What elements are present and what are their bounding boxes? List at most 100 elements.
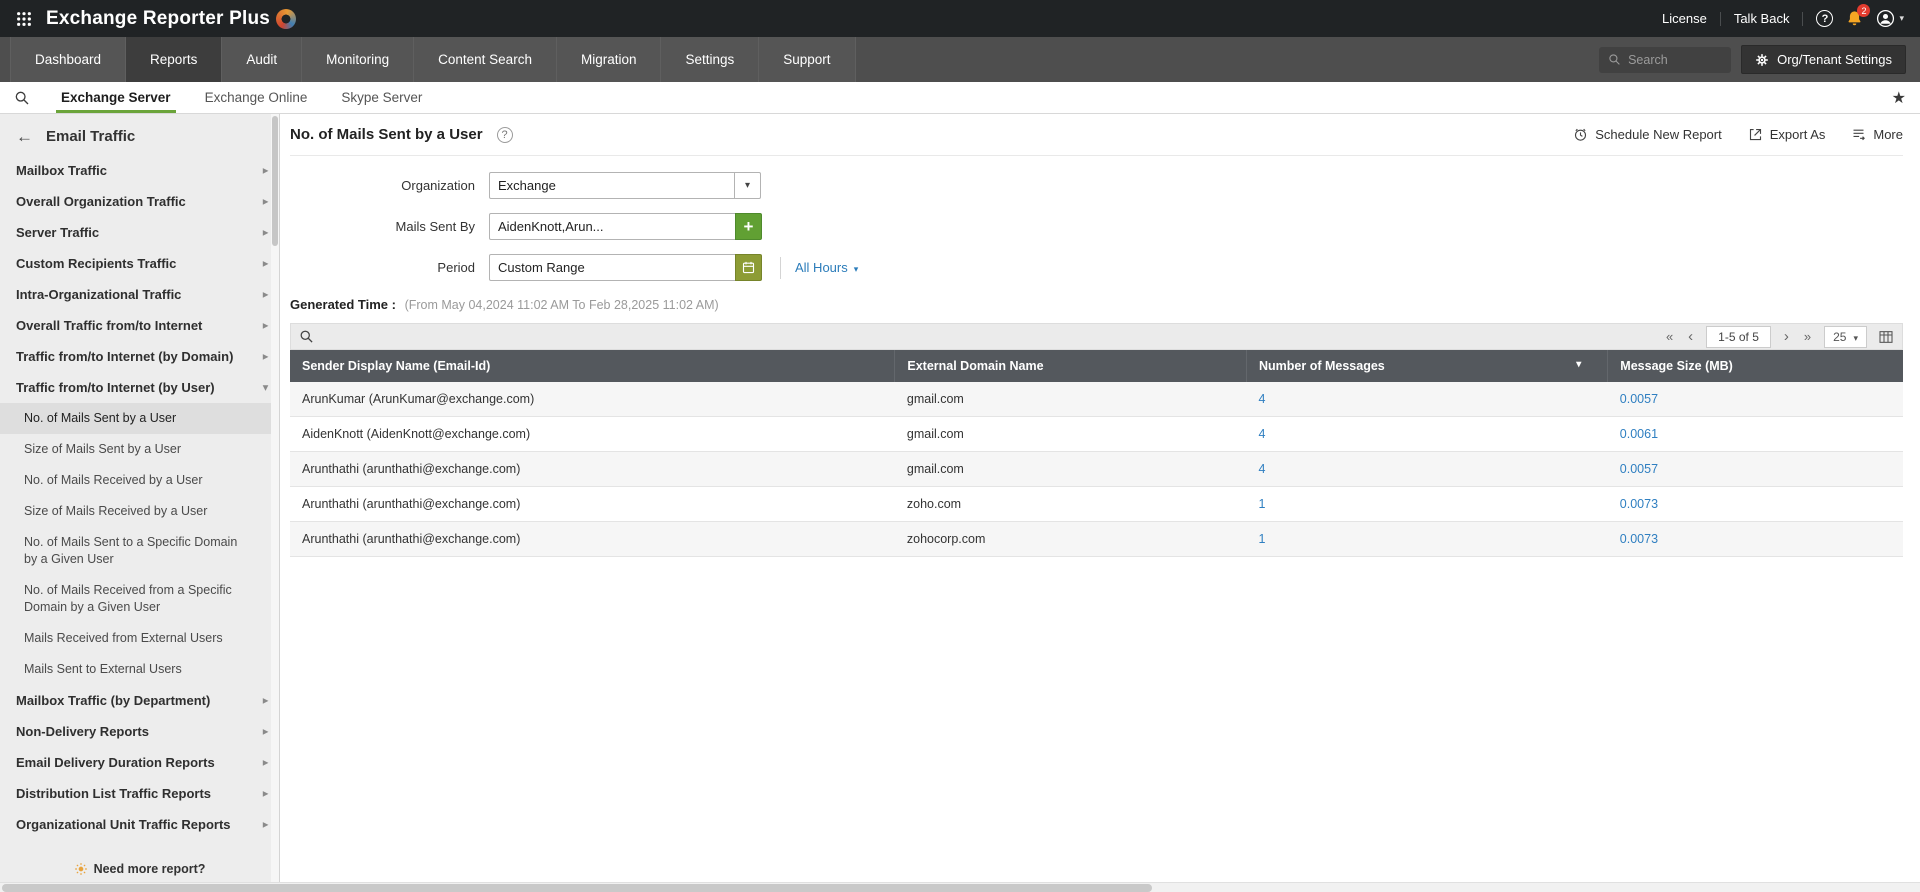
topbar: Exchange Reporter Plus License Talk Back… — [0, 0, 1920, 37]
notifications-bell-icon[interactable]: 2 — [1846, 4, 1871, 27]
sidebar-item[interactable]: Traffic from/to Internet (by User) — [0, 372, 279, 403]
report-table: Sender Display Name (Email-Id) External … — [290, 350, 1903, 557]
search-input[interactable]: Search — [1599, 46, 1732, 73]
cell-size-link[interactable]: 0.0057 — [1607, 382, 1903, 417]
brand-swirl-icon — [276, 8, 297, 29]
export-as-button[interactable]: Export As — [1748, 127, 1825, 142]
schedule-new-report-button[interactable]: Schedule New Report — [1573, 127, 1722, 142]
sidebar-item[interactable]: Mails Received from External Users — [0, 623, 279, 654]
sidebar-item[interactable]: Non-Delivery Reports — [0, 716, 279, 747]
nav-tab[interactable]: Migration — [556, 37, 662, 82]
sidebar-item[interactable]: Server Traffic — [0, 217, 279, 248]
table-search-icon[interactable] — [299, 329, 314, 344]
nav-tab[interactable]: Monitoring — [302, 37, 415, 82]
subnav-tab[interactable]: Skype Server — [324, 82, 439, 113]
chevron-icon — [263, 723, 268, 740]
nav-tab[interactable]: Support — [759, 37, 856, 82]
cell-size-link[interactable]: 0.0073 — [1607, 521, 1903, 557]
all-hours-dropdown[interactable]: All Hours — [795, 260, 858, 275]
period-input[interactable] — [489, 254, 736, 281]
column-header-domain[interactable]: External Domain Name — [894, 350, 1247, 382]
scrollbar-thumb[interactable] — [272, 116, 278, 246]
nav-tab[interactable]: Dashboard — [10, 37, 127, 82]
cell-messages-link[interactable]: 4 — [1246, 382, 1608, 417]
sidebar-item[interactable]: Traffic from/to Internet (by Domain) — [0, 341, 279, 372]
sidebar-item[interactable]: No. of Mails Received by a User — [0, 465, 279, 496]
sidebar-item[interactable]: Email Delivery Duration Reports — [0, 747, 279, 778]
sidebar-item-label: Overall Organization Traffic — [16, 194, 186, 209]
nav-tab-label: Settings — [685, 52, 735, 67]
sidebar-item[interactable]: Custom Recipients Traffic — [0, 248, 279, 279]
column-header-size[interactable]: Message Size (MB) — [1607, 350, 1903, 382]
sidebar-item[interactable]: No. of Mails Sent to a Specific Domain b… — [0, 527, 279, 575]
header-actions: Schedule New Report Export As More — [1573, 127, 1903, 142]
divider — [1802, 11, 1804, 26]
cell-messages-link[interactable]: 4 — [1246, 416, 1608, 452]
user-account-icon[interactable] — [1876, 9, 1904, 28]
cell-messages-link[interactable]: 1 — [1246, 521, 1608, 557]
sidebar-item[interactable]: No. of Mails Sent by a User — [0, 403, 279, 434]
column-header-sender[interactable]: Sender Display Name (Email-Id) — [290, 350, 895, 382]
calendar-button[interactable] — [735, 254, 762, 281]
cell-size-link[interactable]: 0.0057 — [1607, 451, 1903, 487]
sidebar-item[interactable]: Overall Organization Traffic — [0, 186, 279, 217]
sidebar-item[interactable]: Size of Mails Received by a User — [0, 496, 279, 527]
nav-tab-label: Content Search — [438, 52, 532, 67]
report-help-icon[interactable] — [496, 126, 513, 143]
sidebar-item[interactable]: Size of Mails Sent by a User — [0, 434, 279, 465]
add-users-button[interactable] — [735, 213, 762, 240]
apps-grid-icon[interactable] — [16, 11, 32, 27]
sidebar-item[interactable]: Mailbox Traffic — [0, 155, 279, 186]
org-tenant-settings-button[interactable]: Org/Tenant Settings — [1741, 45, 1906, 74]
sidebar-item-label: Mailbox Traffic (by Department) — [16, 693, 211, 708]
next-page-button[interactable] — [1782, 329, 1791, 344]
period-row: Period All Hours — [290, 254, 1903, 281]
page-size-select[interactable]: 25 — [1824, 325, 1867, 348]
generated-time-label: Generated Time : — [290, 297, 396, 312]
favorite-star-icon[interactable] — [1892, 82, 1906, 113]
horizontal-scrollbar[interactable] — [0, 882, 1920, 892]
sidebar-item[interactable]: Distribution List Traffic Reports — [0, 778, 279, 809]
period-label: Period — [437, 260, 475, 275]
cell-domain: zohocorp.com — [894, 521, 1247, 557]
cell-size-link[interactable]: 0.0061 — [1607, 416, 1903, 452]
sidebar-scrollbar[interactable] — [271, 114, 279, 892]
sidebar-item[interactable]: Mails Sent to External Users — [0, 654, 279, 685]
cell-size-link[interactable]: 0.0073 — [1607, 486, 1903, 522]
sidebar: Email Traffic Mailbox Traffic Overall Or… — [0, 114, 280, 892]
column-chooser-icon[interactable] — [1878, 329, 1894, 345]
sidebar-item[interactable]: No. of Mails Received from a Specific Do… — [0, 575, 279, 623]
cell-messages-link[interactable]: 1 — [1246, 486, 1608, 522]
more-button[interactable]: More — [1851, 127, 1903, 142]
chevron-icon — [263, 754, 268, 771]
last-page-button[interactable] — [1802, 330, 1813, 343]
cell-messages-link[interactable]: 4 — [1246, 451, 1608, 487]
talkback-link[interactable]: Talk Back — [1734, 11, 1790, 26]
sidebar-item[interactable]: Organizational Unit Traffic Reports — [0, 809, 279, 840]
org-tenant-settings-label: Org/Tenant Settings — [1777, 52, 1892, 67]
subnav-tab[interactable]: Exchange Online — [188, 82, 325, 113]
previous-page-button[interactable] — [1686, 329, 1695, 344]
organization-select[interactable]: Exchange — [489, 172, 761, 199]
nav-tab[interactable]: Reports — [126, 37, 223, 82]
first-page-button[interactable] — [1664, 330, 1675, 343]
sidebar-item[interactable]: Intra-Organizational Traffic — [0, 279, 279, 310]
sidebar-item[interactable]: Overall Traffic from/to Internet — [0, 310, 279, 341]
subnav-tab[interactable]: Exchange Server — [44, 82, 188, 113]
chevron-icon — [263, 224, 268, 241]
nav-tab[interactable]: Content Search — [414, 37, 557, 82]
column-header-messages[interactable]: Number of Messages — [1245, 350, 1608, 382]
report-search-icon[interactable] — [14, 82, 30, 113]
sidebar-item-label: Custom Recipients Traffic — [16, 256, 177, 271]
sort-caret-icon[interactable] — [1576, 359, 1581, 370]
nav-tab[interactable]: Settings — [661, 37, 760, 82]
back-arrow-icon[interactable] — [16, 128, 33, 145]
scrollbar-thumb[interactable] — [2, 884, 1152, 892]
license-link[interactable]: License — [1662, 11, 1707, 26]
nav-tab[interactable]: Audit — [222, 37, 303, 82]
column-header-messages-label: Number of Messages — [1259, 359, 1385, 373]
mails-sent-by-input[interactable] — [489, 213, 736, 240]
chevron-down-icon[interactable] — [734, 173, 760, 198]
sidebar-item[interactable]: Mailbox Traffic (by Department) — [0, 685, 279, 716]
help-icon[interactable] — [1816, 10, 1834, 27]
